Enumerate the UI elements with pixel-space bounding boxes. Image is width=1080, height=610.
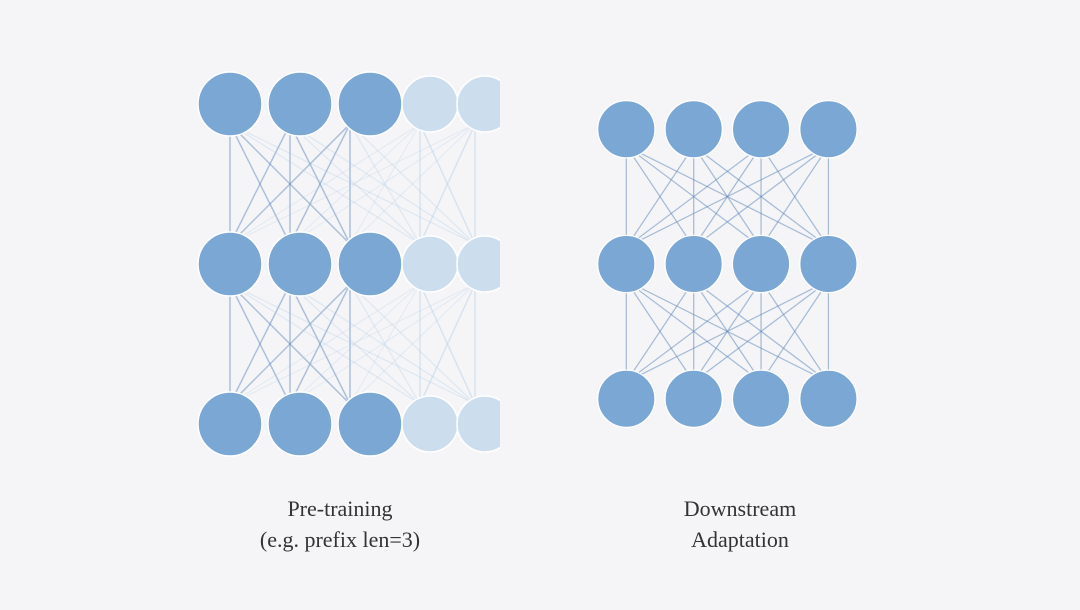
pre-training-diagram: Pre-training (e.g. prefix len=3) bbox=[180, 54, 500, 556]
pre-training-label: Pre-training (e.g. prefix len=3) bbox=[260, 494, 420, 556]
downstream-diagram: Downstream Adaptation bbox=[580, 54, 900, 556]
main-container: Pre-training (e.g. prefix len=3) bbox=[0, 0, 1080, 610]
pre-training-network bbox=[180, 54, 500, 474]
downstream-label: Downstream Adaptation bbox=[684, 494, 796, 556]
downstream-network bbox=[580, 54, 900, 474]
